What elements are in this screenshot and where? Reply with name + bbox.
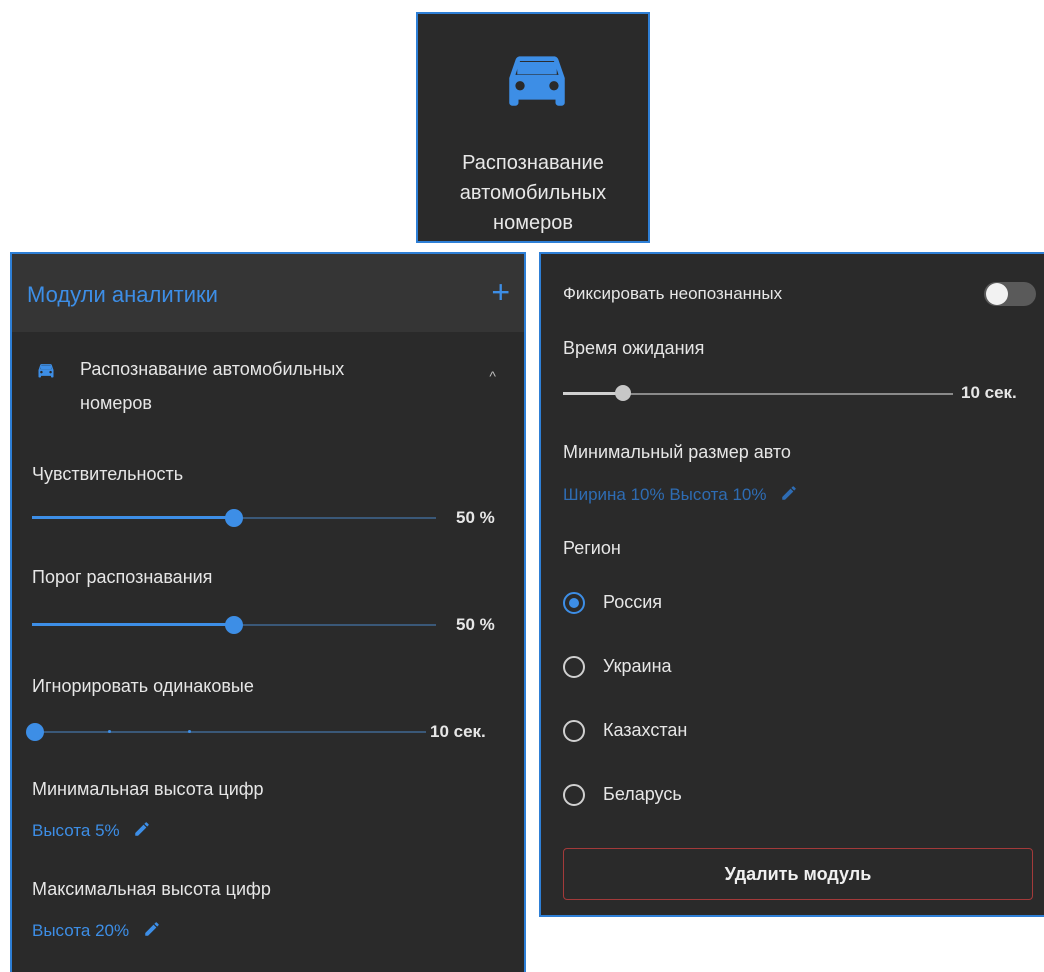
radio-unselected-icon[interactable]: [563, 656, 585, 678]
ignore-duplicates-label: Игнорировать одинаковые: [32, 676, 254, 696]
wait-time-label: Время ожидания: [563, 338, 705, 358]
max-digit-height-label: Максимальная высота цифр: [32, 879, 271, 899]
region-option-label: Украина: [603, 656, 672, 676]
region-option-label: Россия: [603, 592, 663, 612]
tile-label: Распознавание автомобильных номеров: [459, 152, 607, 234]
sensitivity-value: 50 %: [456, 508, 495, 527]
wait-time-value: 10 сек.: [961, 383, 1017, 402]
slider-track: [32, 731, 426, 733]
slider-tick: [108, 730, 111, 733]
radio-unselected-icon[interactable]: [563, 784, 585, 806]
min-car-size-value: Ширина 10% Высота 10%: [563, 485, 767, 504]
threshold-label: Порог распознавания: [32, 567, 213, 587]
slider-tick: [188, 730, 191, 733]
chevron-up-icon[interactable]: ^: [489, 368, 496, 384]
min-digit-height-edit[interactable]: Высота 5%: [32, 820, 152, 841]
slider-handle[interactable]: [225, 509, 243, 527]
region-option-label: Казахстан: [603, 720, 688, 740]
slider-handle[interactable]: [26, 723, 44, 741]
ignore-duplicates-value: 10 сек.: [430, 722, 486, 741]
slider-handle[interactable]: [225, 616, 243, 634]
region-label: Регион: [563, 538, 621, 558]
region-option-label: Беларусь: [603, 784, 682, 804]
panel-header: Модули аналитики +: [12, 254, 524, 332]
module-settings-panel: Фиксировать неопознанных Время ожидания …: [539, 252, 1044, 917]
module-accordion-header[interactable]: Распознавание автомобильных номеров ^: [12, 348, 524, 418]
max-digit-height-value: Высота 20%: [32, 921, 130, 940]
pencil-icon: [135, 822, 150, 836]
module-name: Распознавание автомобильных номеров: [80, 359, 345, 413]
radio-unselected-icon[interactable]: [563, 720, 585, 742]
threshold-value: 50 %: [456, 615, 495, 634]
max-digit-height-edit[interactable]: Высота 20%: [32, 920, 162, 941]
min-car-size-label: Минимальный размер авто: [563, 442, 791, 462]
min-digit-height-label: Минимальная высота цифр: [32, 779, 264, 799]
panel-title: Модули аналитики: [27, 282, 218, 307]
pencil-icon: [782, 486, 796, 500]
pencil-icon: [145, 922, 159, 936]
car-icon: [509, 56, 565, 106]
min-digit-height-value: Высота 5%: [32, 821, 120, 840]
radio-selected-icon[interactable]: [563, 592, 585, 614]
delete-module-button[interactable]: Удалить модуль: [563, 848, 1033, 900]
slider-fill: [32, 516, 234, 519]
fix-unrecognized-toggle[interactable]: [984, 282, 1036, 306]
slider-fill: [563, 392, 623, 395]
slider-handle[interactable]: [615, 385, 631, 401]
sensitivity-label: Чувствительность: [32, 464, 184, 484]
min-car-size-edit[interactable]: Ширина 10% Высота 10%: [563, 484, 799, 505]
module-tile[interactable]: Распознавание автомобильных номеров: [416, 12, 650, 243]
slider-fill: [32, 623, 234, 626]
car-icon: [38, 364, 54, 378]
add-module-button[interactable]: +: [491, 272, 510, 312]
analytics-modules-panel: Модули аналитики + Распознавание автомоб…: [10, 252, 526, 972]
toggle-knob: [986, 283, 1008, 305]
fix-unrecognized-label: Фиксировать неопознанных: [563, 284, 783, 303]
